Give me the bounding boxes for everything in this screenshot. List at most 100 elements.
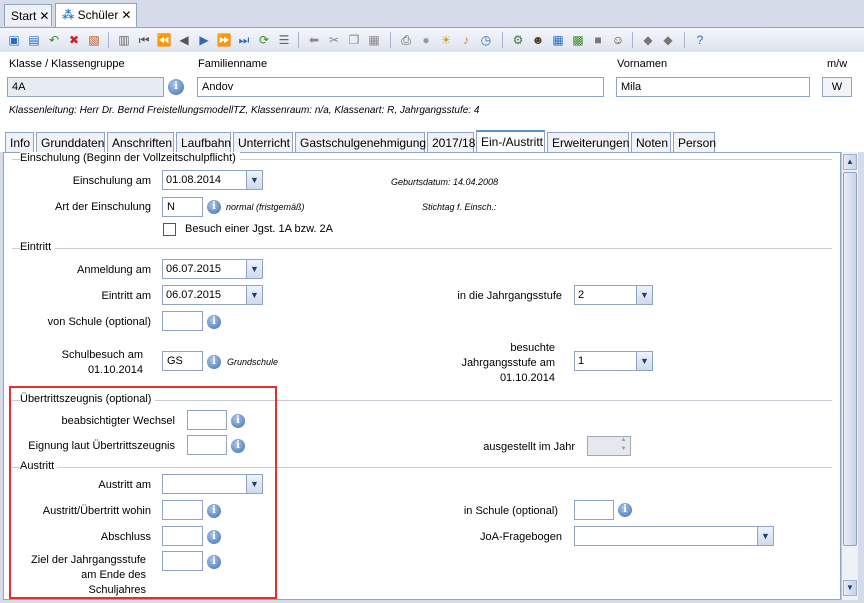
info-icon[interactable]: i: [207, 530, 221, 544]
joa-fragebogen-select[interactable]: ▼: [574, 526, 774, 546]
abschluss-field[interactable]: [162, 526, 203, 546]
next-page-icon[interactable]: ⏩: [216, 32, 232, 48]
scroll-up-icon[interactable]: ▲: [843, 154, 857, 170]
info-icon[interactable]: i: [168, 79, 184, 95]
clock-icon[interactable]: ◷: [478, 32, 494, 48]
previous-page-icon[interactable]: ⏪: [156, 32, 172, 48]
refresh-icon[interactable]: ⟳: [256, 32, 272, 48]
eignung-field[interactable]: [187, 435, 227, 455]
besuchte-label: besuchte: [510, 342, 555, 354]
info-icon[interactable]: i: [231, 439, 245, 453]
tab-unterricht[interactable]: Unterricht: [233, 132, 293, 152]
help-icon[interactable]: ?: [692, 32, 708, 48]
next-record-icon[interactable]: ▶: [196, 32, 212, 48]
cut-icon[interactable]: ✂: [326, 32, 342, 48]
vertical-scrollbar[interactable]: ▲ ▼: [841, 152, 858, 600]
chevron-down-icon[interactable]: ▼: [246, 286, 262, 304]
tab-info[interactable]: Info: [5, 132, 34, 152]
back-arrow-icon[interactable]: ⬅: [306, 32, 322, 48]
window-tab-schueler[interactable]: ⁂ Schüler ✕: [55, 3, 137, 27]
save-icon[interactable]: ▤: [26, 32, 42, 48]
scroll-thumb[interactable]: [843, 172, 857, 546]
cancel-edit-icon[interactable]: ▧: [86, 32, 102, 48]
bell-icon[interactable]: ♪: [458, 32, 474, 48]
disk-icon[interactable]: ●: [418, 32, 434, 48]
info-icon[interactable]: i: [207, 555, 221, 569]
group-icon[interactable]: ⚙: [510, 32, 526, 48]
info-icon[interactable]: i: [207, 355, 221, 369]
in-schule-field[interactable]: [574, 500, 614, 520]
tab-noten[interactable]: Noten: [631, 132, 671, 152]
mw-label: m/w: [827, 58, 848, 70]
copy-icon[interactable]: ▥: [116, 32, 132, 48]
grid-icon[interactable]: ▦: [550, 32, 566, 48]
info-icon[interactable]: i: [231, 414, 245, 428]
info-icon[interactable]: i: [207, 315, 221, 329]
austritt-wohin-field[interactable]: [162, 500, 203, 520]
tab-gastschulgenehmigung[interactable]: Gastschulgenehmigung: [295, 132, 426, 152]
info-icon[interactable]: i: [207, 504, 221, 518]
tag-icon[interactable]: ◆: [640, 32, 656, 48]
tab-schuljahr[interactable]: 2017/18: [427, 132, 475, 152]
spin-up-icon[interactable]: ▲: [617, 437, 630, 446]
last-record-icon[interactable]: ⏭: [236, 32, 252, 48]
austritt-am-date[interactable]: ▼: [162, 474, 263, 494]
close-icon[interactable]: ✕: [39, 9, 49, 23]
von-schule-field[interactable]: [162, 311, 203, 331]
spin-down-icon[interactable]: ▼: [617, 446, 630, 455]
chevron-down-icon[interactable]: ▼: [636, 352, 652, 370]
scroll-down-icon[interactable]: ▼: [843, 580, 857, 596]
einschulung-am-date[interactable]: 01.08.2014 ▼: [162, 170, 263, 190]
new-icon[interactable]: ▣: [6, 32, 22, 48]
besuch-1a-2a-checkbox[interactable]: [163, 223, 176, 236]
tab-grunddaten[interactable]: Grunddaten: [36, 132, 105, 152]
first-record-icon[interactable]: ⏮: [136, 32, 152, 48]
close-icon[interactable]: ✕: [121, 8, 131, 22]
paste-icon[interactable]: ▦: [366, 32, 382, 48]
previous-record-icon[interactable]: ◀: [176, 32, 192, 48]
window-tab-start[interactable]: Start ✕: [4, 4, 52, 26]
person-icon[interactable]: ☻: [530, 32, 546, 48]
tab-anschriften[interactable]: Anschriften: [107, 132, 174, 152]
tab-erweiterungen[interactable]: Erweiterungen: [547, 132, 629, 152]
art-einschulung-field[interactable]: N: [162, 197, 203, 217]
chevron-down-icon[interactable]: ▼: [636, 286, 652, 304]
undo-icon[interactable]: ↶: [46, 32, 62, 48]
austritt-am-label: Austritt am: [98, 479, 151, 491]
jahrgangsstufe-label: in die Jahrgangsstufe: [457, 290, 562, 302]
anmeldung-am-date[interactable]: 06.07.2015 ▼: [162, 259, 263, 279]
jahrgangsstufe-select[interactable]: 2 ▼: [574, 285, 653, 305]
list-icon[interactable]: ☰: [276, 32, 292, 48]
eintritt-am-date[interactable]: 06.07.2015 ▼: [162, 285, 263, 305]
id-card-icon[interactable]: ☺: [610, 32, 626, 48]
wechsel-field[interactable]: [187, 410, 227, 430]
tag-remove-icon[interactable]: ◆: [660, 32, 676, 48]
copy-clipboard-icon[interactable]: ❐: [346, 32, 362, 48]
familienname-field[interactable]: Andov: [197, 77, 604, 97]
anmeldung-am-label: Anmeldung am: [77, 264, 151, 276]
tab-laufbahn[interactable]: Laufbahn: [176, 132, 231, 152]
chevron-down-icon[interactable]: ▼: [757, 527, 773, 545]
print-icon[interactable]: ⎙: [398, 32, 414, 48]
ziel-jgst-field[interactable]: [162, 551, 203, 571]
tab-ein-austritt[interactable]: Ein-/Austritt: [476, 130, 545, 152]
lightbulb-icon[interactable]: ☀: [438, 32, 454, 48]
box-icon[interactable]: ■: [590, 32, 606, 48]
info-icon[interactable]: i: [207, 200, 221, 214]
von-schule-label: von Schule (optional): [47, 316, 151, 328]
export-icon[interactable]: ▩: [570, 32, 586, 48]
schulbesuch-field[interactable]: GS: [162, 351, 203, 371]
ausgestellt-jahr-spinner[interactable]: ▲ ▼: [587, 436, 631, 456]
vornamen-field[interactable]: Mila: [616, 77, 810, 97]
info-icon[interactable]: i: [618, 503, 632, 517]
tab-person[interactable]: Person: [673, 132, 716, 152]
chevron-down-icon[interactable]: ▼: [246, 260, 262, 278]
klasse-field[interactable]: 4A: [7, 77, 164, 97]
gender-field[interactable]: W: [822, 77, 852, 97]
delete-icon[interactable]: ✖: [66, 32, 82, 48]
ziel-label: Ziel der Jahrgangsstufe: [31, 554, 146, 566]
chevron-down-icon[interactable]: ▼: [246, 171, 262, 189]
chevron-down-icon[interactable]: ▼: [246, 475, 262, 493]
besuchte-jgst-select[interactable]: 1 ▼: [574, 351, 653, 371]
eintritt-am-label: Eintritt am: [101, 290, 151, 302]
